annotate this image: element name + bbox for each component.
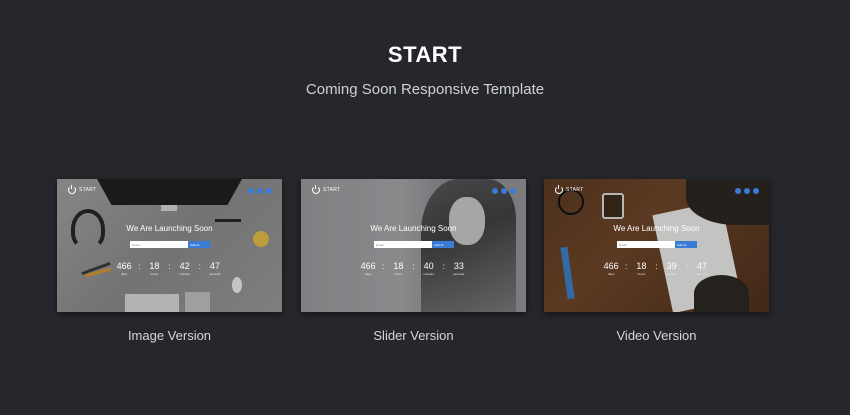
preview-countdown: 466 days : 18 hours : 39 minutes : 47 second…: [544, 261, 769, 276]
facebook-icon: [257, 188, 263, 194]
countdown-value: 18: [636, 261, 647, 271]
countdown-minutes: 42 minutes: [174, 261, 196, 276]
preview-subscribe-form: Email Submit: [130, 241, 210, 248]
countdown-minutes: 40 minutes: [418, 261, 440, 276]
countdown-separator: :: [382, 262, 385, 271]
countdown-label: minutes: [423, 272, 434, 276]
countdown-label: seconds: [696, 272, 708, 276]
countdown-seconds: 47 seconds: [204, 261, 226, 276]
power-icon: [312, 184, 320, 194]
preview-countdown: 466 days : 18 hours : 40 minutes : 33 second…: [301, 261, 526, 276]
preview-thumbnail[interactable]: START We Are Launching Soon Email Submit…: [57, 179, 282, 312]
twitter-icon: [735, 188, 741, 194]
countdown-value: 466: [360, 261, 376, 271]
countdown-separator: :: [442, 262, 445, 271]
countdown-days: 466 days: [600, 261, 622, 276]
countdown-minutes: 39 minutes: [661, 261, 683, 276]
preview-brand: START: [79, 187, 97, 193]
preview-submit-button: Submit: [188, 241, 210, 248]
countdown-label: seconds: [209, 272, 221, 276]
facebook-icon: [501, 188, 507, 194]
facebook-icon: [744, 188, 750, 194]
countdown-label: hours: [637, 272, 646, 276]
countdown-value: 47: [209, 261, 220, 271]
preview-email-field: Email: [130, 241, 188, 248]
countdown-days: 466 days: [357, 261, 379, 276]
preview-subscribe-form: Email Submit: [617, 241, 697, 248]
preview-submit-button: Submit: [675, 241, 697, 248]
countdown-label: days: [607, 272, 615, 276]
preview-countdown: 466 days : 18 hours : 42 minutes : 47 second…: [57, 261, 282, 276]
countdown-seconds: 33 seconds: [448, 261, 470, 276]
template-gallery: START We Are Launching Soon Email Submit…: [57, 179, 787, 349]
page-subtitle: Coming Soon Responsive Template: [305, 81, 545, 98]
card-caption[interactable]: Image Version: [57, 328, 282, 343]
countdown-days: 466 days: [113, 261, 135, 276]
preview-logo: START: [68, 184, 97, 194]
twitter-icon: [492, 188, 498, 194]
preview-email-field: Email: [617, 241, 675, 248]
countdown-value: 47: [696, 261, 707, 271]
preview-thumbnail[interactable]: START We Are Launching Soon Email Submit…: [301, 179, 526, 312]
countdown-separator: :: [138, 262, 141, 271]
google-plus-icon: [510, 188, 516, 194]
countdown-label: days: [364, 272, 372, 276]
countdown-value: 466: [116, 261, 132, 271]
countdown-label: days: [120, 272, 128, 276]
countdown-value: 39: [666, 261, 677, 271]
countdown-hours: 18 hours: [143, 261, 165, 276]
countdown-seconds: 47 seconds: [691, 261, 713, 276]
preview-brand: START: [566, 187, 584, 193]
twitter-icon: [248, 188, 254, 194]
google-plus-icon: [266, 188, 272, 194]
power-icon: [555, 184, 563, 194]
countdown-label: minutes: [179, 272, 190, 276]
countdown-value: 466: [603, 261, 619, 271]
countdown-separator: :: [412, 262, 415, 271]
countdown-separator: :: [685, 262, 688, 271]
countdown-separator: :: [625, 262, 628, 271]
page-title: START: [387, 42, 463, 67]
countdown-label: seconds: [453, 272, 465, 276]
countdown-value: 40: [423, 261, 434, 271]
preview-social-icons: [735, 188, 759, 194]
preview-brand: START: [323, 187, 341, 193]
countdown-label: hours: [150, 272, 159, 276]
preview-logo: START: [312, 184, 341, 194]
countdown-value: 18: [393, 261, 404, 271]
card-caption[interactable]: Slider Version: [301, 328, 526, 343]
template-card-image[interactable]: START We Are Launching Soon Email Submit…: [57, 179, 282, 343]
countdown-hours: 18 hours: [630, 261, 652, 276]
preview-email-field: Email: [374, 241, 432, 248]
countdown-value: 18: [149, 261, 160, 271]
page-header: START Coming Soon Responsive Template: [0, 42, 850, 98]
preview-heading: We Are Launching Soon: [126, 224, 213, 233]
preview-thumbnail[interactable]: START We Are Launching Soon Email Submit…: [544, 179, 769, 312]
countdown-value: 42: [179, 261, 190, 271]
countdown-separator: :: [198, 262, 201, 271]
countdown-value: 33: [453, 261, 464, 271]
countdown-label: hours: [394, 272, 403, 276]
template-card-video[interactable]: START We Are Launching Soon Email Submit…: [544, 179, 769, 343]
preview-subscribe-form: Email Submit: [374, 241, 454, 248]
preview-submit-button: Submit: [432, 241, 454, 248]
countdown-separator: :: [168, 262, 171, 271]
preview-social-icons: [248, 188, 272, 194]
countdown-hours: 18 hours: [387, 261, 409, 276]
preview-logo: START: [555, 184, 584, 194]
template-card-slider[interactable]: START We Are Launching Soon Email Submit…: [301, 179, 526, 343]
power-icon: [68, 184, 76, 194]
countdown-separator: :: [655, 262, 658, 271]
card-caption[interactable]: Video Version: [544, 328, 769, 343]
countdown-label: minutes: [666, 272, 677, 276]
google-plus-icon: [753, 188, 759, 194]
preview-heading: We Are Launching Soon: [370, 224, 457, 233]
preview-social-icons: [492, 188, 516, 194]
preview-heading: We Are Launching Soon: [613, 224, 700, 233]
